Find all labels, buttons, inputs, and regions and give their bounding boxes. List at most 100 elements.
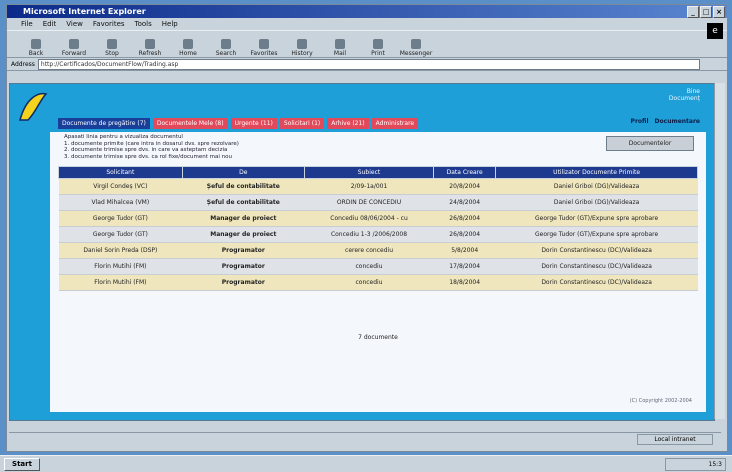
mail-button[interactable]: Mail [323, 33, 357, 57]
table-cell: Daniel Sorin Preda (DSP) [58, 242, 183, 259]
status-bar: Local intranet [9, 432, 721, 445]
favorites-icon [259, 39, 269, 49]
address-input[interactable]: http://Certificados/DocumentFlow/Trading… [37, 58, 700, 70]
table-cell: Dorin Constantinescu (DC)/Valideaza [495, 258, 698, 275]
copyright-text: (C) Copyright 2002-2004 [629, 398, 692, 404]
table-cell: Vlad Mihalcea (VM) [58, 194, 183, 211]
table-cell: 18/8/2004 [433, 274, 496, 291]
home-icon [183, 39, 193, 49]
legend: Apasati linia pentru a vizualiza documen… [64, 134, 239, 160]
start-button[interactable]: Start [4, 458, 40, 471]
column-header[interactable]: Data Creare [433, 166, 497, 179]
legend-line: 3. documente trimise spre dvs. ca rol fi… [64, 153, 232, 160]
table-cell: George Tudor (GT)/Expune spre aprobare [495, 210, 698, 227]
refresh-icon [145, 39, 155, 49]
favorites-button[interactable]: Favorites [247, 33, 281, 57]
history-button[interactable]: History [285, 33, 319, 57]
column-header[interactable]: Subiect [303, 166, 435, 179]
tab-urgente[interactable]: Urgente (11) [230, 118, 277, 129]
table-cell: Florin Mutihi (FM) [58, 274, 183, 291]
table-cell: Florin Mutihi (FM) [58, 258, 183, 275]
column-header[interactable]: De [181, 166, 305, 179]
tab-arhive[interactable]: Arhive (21) [327, 118, 369, 129]
content-panel: Apasati linia pentru a vizualiza documen… [50, 132, 706, 412]
table-cell: George Tudor (GT) [58, 226, 183, 243]
menu-view[interactable]: View [66, 20, 83, 28]
link-profil[interactable]: Profil [631, 118, 649, 125]
table-cell: Dorin Constantinescu (DC)/Valideaza [495, 274, 698, 291]
stop-icon [107, 39, 117, 49]
table-cell: Concediu 08/06/2004 - cu [304, 210, 434, 227]
table-cell: ORDIN DE CONCEDIU [304, 194, 434, 211]
address-bar: Address http://Certificados/DocumentFlow… [7, 58, 727, 71]
documents-table: Solicitant De Subiect Data Creare Utiliz… [58, 166, 698, 291]
menu-favorites[interactable]: Favorites [93, 20, 125, 28]
table-cell: concediu [304, 258, 434, 275]
home-button[interactable]: Home [171, 33, 205, 57]
table-row[interactable]: George Tudor (GT) Manager de proiect Con… [58, 210, 698, 227]
menu-file[interactable]: File [21, 20, 33, 28]
nav-right-links: Profil Documentare [631, 118, 700, 125]
tab-administrare[interactable]: Administrare [371, 118, 419, 129]
print-icon [373, 39, 383, 49]
table-cell: 17/8/2004 [433, 258, 496, 275]
table-cell: Daniel Griboi (DG)/Valideaza [495, 194, 698, 211]
browser-window: Microsoft Internet Explorer _ □ × e File… [6, 4, 728, 452]
address-label: Address [11, 60, 35, 68]
search-button[interactable]: Search [209, 33, 243, 57]
system-tray-clock: 15:3 [665, 458, 726, 471]
table-cell: Daniel Griboi (DG)/Valideaza [495, 178, 698, 195]
back-icon [31, 39, 41, 49]
table-row[interactable]: George Tudor (GT) Manager de proiect Con… [58, 226, 698, 243]
table-cell: Programator [182, 274, 305, 291]
site-logo [19, 92, 48, 121]
messenger-button[interactable]: Messenger [399, 33, 433, 57]
table-cell: 5/8/2004 [433, 242, 496, 259]
forward-button[interactable]: Forward [57, 33, 91, 57]
mail-icon [335, 39, 345, 49]
table-row[interactable]: Vlad Mihalcea (VM) Șeful de contabilitat… [58, 194, 698, 211]
table-cell: Programator [182, 242, 305, 259]
table-row[interactable]: Virgil Condeș (VC) Șeful de contabilitat… [58, 178, 698, 195]
search-icon [221, 39, 231, 49]
tab-documente-pregatire[interactable]: Documente de pregătire (7) [58, 118, 150, 129]
menu-tools[interactable]: Tools [135, 20, 152, 28]
menu-help[interactable]: Help [162, 20, 178, 28]
table-row[interactable]: Florin Mutihi (FM) Programator concediu … [58, 274, 698, 291]
link-documentare[interactable]: Documentare [655, 118, 700, 125]
maximize-button[interactable]: □ [700, 6, 712, 18]
vertical-scrollbar[interactable] [714, 83, 725, 419]
print-button[interactable]: Print [361, 33, 395, 57]
menu-edit[interactable]: Edit [43, 20, 57, 28]
tab-solicitari[interactable]: Solicitari (1) [279, 118, 325, 129]
stop-button[interactable]: Stop [95, 33, 129, 57]
document-count: 7 documente [358, 334, 398, 341]
site-header-right: Bine Documenț [668, 88, 700, 102]
table-row[interactable]: Florin Mutihi (FM) Programator concediu … [58, 258, 698, 275]
column-header[interactable]: Solicitant [58, 166, 183, 179]
menu-bar: File Edit View Favorites Tools Help [7, 18, 727, 30]
table-cell: Manager de proiect [182, 226, 305, 243]
table-cell: Concediu 1-3 /2006/2008 [304, 226, 434, 243]
column-header[interactable]: Utilizator Documente Primite [495, 166, 698, 179]
taskbar: Start 15:3 [0, 455, 732, 472]
table-cell: Virgil Condeș (VC) [58, 178, 183, 195]
close-button[interactable]: × [713, 6, 725, 18]
table-cell: George Tudor (GT)/Expune spre aprobare [495, 226, 698, 243]
documents-button[interactable]: Documentelor [606, 136, 694, 151]
refresh-button[interactable]: Refresh [133, 33, 167, 57]
page-viewport: Bine Documenț Documente de pregătire (7)… [9, 83, 715, 421]
forward-icon [69, 39, 79, 49]
window-titlebar: Microsoft Internet Explorer _ □ × [7, 5, 727, 18]
table-header-row: Solicitant De Subiect Data Creare Utiliz… [58, 166, 698, 179]
window-title: Microsoft Internet Explorer [23, 7, 146, 16]
tab-documentele-mele[interactable]: Documentele Mele (8) [152, 118, 228, 129]
table-cell: Dorin Constantinescu (DC)/Valideaza [495, 242, 698, 259]
table-cell: Manager de proiect [182, 210, 305, 227]
table-cell: 20/8/2004 [433, 178, 496, 195]
table-row[interactable]: Daniel Sorin Preda (DSP) Programator cer… [58, 242, 698, 259]
minimize-button[interactable]: _ [687, 6, 699, 18]
back-button[interactable]: Back [19, 33, 53, 57]
table-cell: Șeful de contabilitate [182, 194, 305, 211]
table-cell: Programator [182, 258, 305, 275]
